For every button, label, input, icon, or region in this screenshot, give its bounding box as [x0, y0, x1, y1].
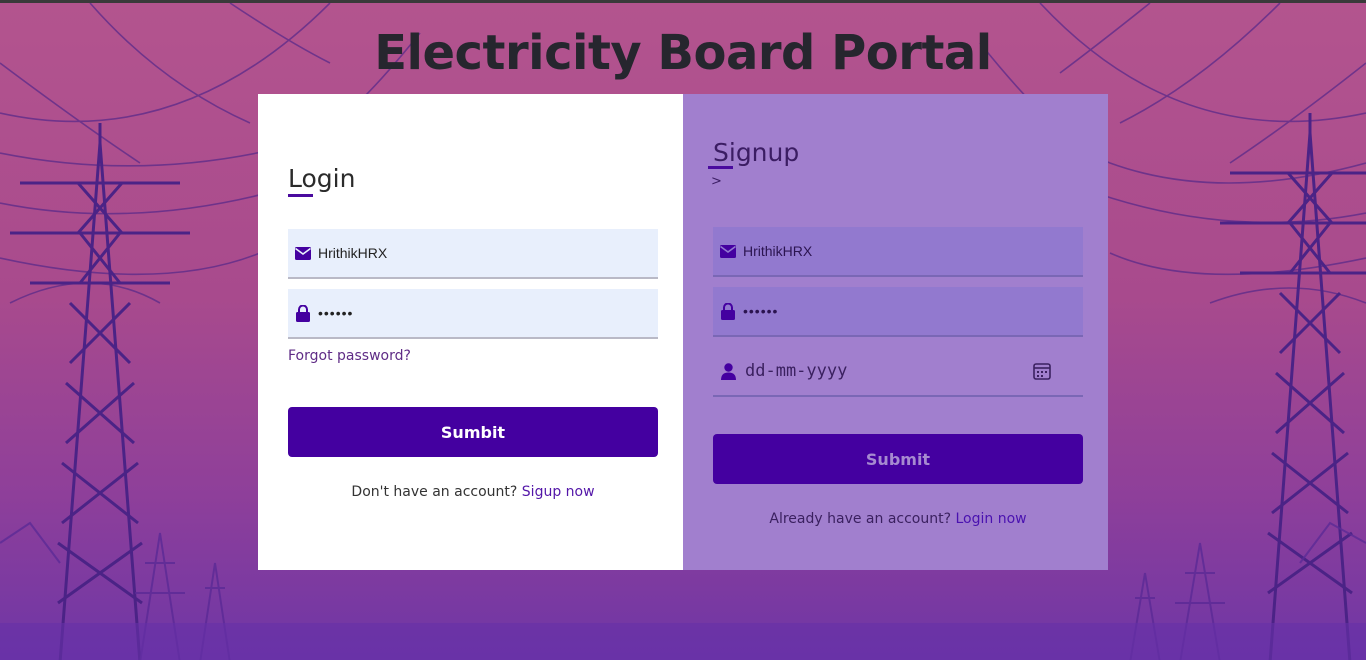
signup-now-link[interactable]: Sigup now	[522, 484, 595, 500]
lock-icon	[713, 302, 743, 320]
login-heading-underline	[288, 194, 313, 197]
signup-dob-input[interactable]: dd-mm-yyyy	[743, 361, 1033, 381]
login-password-field	[288, 289, 658, 339]
signup-heading-underline	[708, 166, 733, 169]
page-title: Electricity Board Portal	[374, 25, 992, 81]
signup-chevron: >	[711, 174, 722, 189]
lock-icon	[288, 304, 318, 322]
auth-card: Login Forgot password? Sumbit Don't have…	[258, 94, 1108, 570]
calendar-icon[interactable]	[1033, 362, 1051, 380]
login-prompt-text: Already have an account?	[769, 511, 952, 527]
signup-dob-field[interactable]: dd-mm-yyyy	[713, 347, 1083, 397]
signup-password-input[interactable]	[743, 287, 1083, 335]
login-username-field	[288, 229, 658, 279]
login-password-input[interactable]	[318, 289, 658, 337]
envelope-icon	[713, 244, 743, 258]
login-submit-button[interactable]: Sumbit	[288, 407, 658, 457]
envelope-icon	[288, 246, 318, 260]
signup-username-input[interactable]	[743, 227, 1083, 275]
signup-heading: Signup	[713, 138, 800, 167]
forgot-password-link[interactable]: Forgot password?	[288, 348, 411, 364]
signup-prompt: Don't have an account? Sigup now	[288, 484, 658, 500]
signup-panel: Signup > dd-mm-yyyy Submit Al	[683, 94, 1108, 570]
login-panel: Login Forgot password? Sumbit Don't have…	[258, 94, 683, 570]
signup-submit-button[interactable]: Submit	[713, 434, 1083, 484]
signup-prompt-text: Don't have an account?	[351, 484, 518, 500]
signup-username-field	[713, 227, 1083, 277]
login-now-link[interactable]: Login now	[955, 511, 1026, 527]
signup-password-field	[713, 287, 1083, 337]
login-prompt: Already have an account? Login now	[713, 511, 1083, 527]
login-username-input[interactable]	[318, 229, 658, 277]
login-heading: Login	[288, 164, 356, 193]
user-icon	[713, 362, 743, 380]
